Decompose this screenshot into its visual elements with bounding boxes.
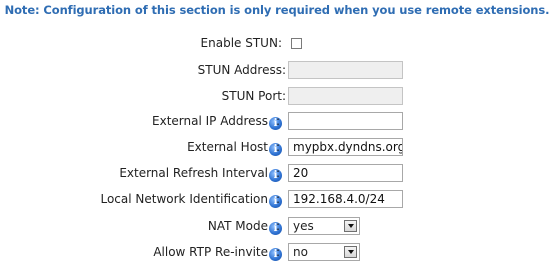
colon: :	[276, 192, 281, 206]
external-refresh-label: External Refresh Interval i	[119, 166, 282, 182]
colon: :	[276, 245, 281, 259]
colon: :	[276, 166, 281, 180]
row-nat-mode: NAT Mode i : yes	[0, 217, 554, 237]
nat-mode-select[interactable]: yes	[288, 217, 360, 235]
nat-mode-value: yes	[293, 219, 314, 233]
enable-stun-label: Enable STUN:	[200, 36, 282, 50]
local-network-label: Local Network Identification i	[100, 192, 282, 208]
external-host-input[interactable]: mypbx.dyndns.org	[288, 138, 403, 156]
stun-address-label: STUN Address:	[197, 63, 286, 77]
external-ip-label: External IP Address i	[152, 114, 282, 130]
colon: :	[276, 219, 281, 233]
row-rtp-reinvite: Allow RTP Re-invite i : no	[0, 243, 554, 263]
external-ip-input[interactable]	[288, 112, 403, 130]
row-local-network: Local Network Identification i : 192.168.…	[0, 190, 554, 210]
enable-stun-checkbox[interactable]	[291, 38, 302, 49]
colon: :	[276, 114, 281, 128]
colon: :	[276, 140, 281, 154]
row-external-refresh: External Refresh Interval i : 20	[0, 164, 554, 184]
local-network-input[interactable]: 192.168.4.0/24	[288, 190, 403, 208]
external-host-label: External Host i	[187, 140, 282, 156]
nat-mode-label: NAT Mode i	[208, 219, 282, 235]
row-enable-stun: Enable STUN:	[0, 34, 554, 54]
external-refresh-input[interactable]: 20	[288, 164, 403, 182]
chevron-down-icon[interactable]	[344, 246, 357, 258]
chevron-down-icon[interactable]	[344, 220, 357, 232]
row-external-ip: External IP Address i :	[0, 112, 554, 132]
row-external-host: External Host i : mypbx.dyndns.org	[0, 138, 554, 158]
stun-port-label: STUN Port:	[221, 89, 286, 103]
row-stun-address: STUN Address:	[0, 61, 554, 81]
row-stun-port: STUN Port:	[0, 87, 554, 107]
rtp-reinvite-select[interactable]: no	[288, 243, 360, 261]
stun-port-input[interactable]	[288, 87, 403, 105]
rtp-reinvite-value: no	[293, 245, 308, 259]
stun-address-input[interactable]	[288, 61, 403, 79]
config-note: Note: Configuration of this section is o…	[4, 3, 550, 17]
rtp-reinvite-label: Allow RTP Re-invite i	[153, 245, 282, 261]
